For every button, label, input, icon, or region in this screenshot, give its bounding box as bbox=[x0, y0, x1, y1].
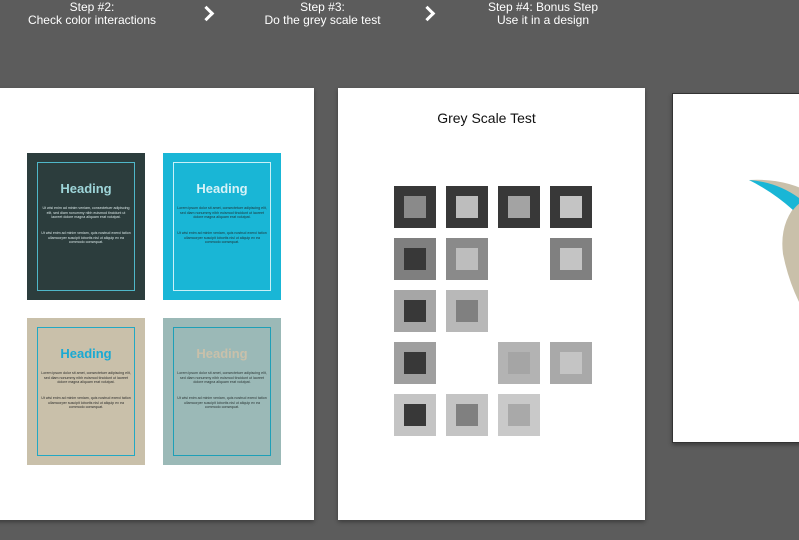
design-preview-page bbox=[672, 93, 799, 443]
grey-swatch bbox=[394, 394, 436, 436]
card-body-text: Ut wisi enim ad minim veniam, quis nostr… bbox=[41, 396, 131, 410]
step-3-subtitle: Do the grey scale test bbox=[264, 13, 381, 27]
grey-swatch bbox=[394, 290, 436, 332]
chevron-right-icon[interactable] bbox=[419, 5, 436, 22]
step-4[interactable]: Step #4: Bonus Step Use it in a design bbox=[478, 1, 608, 27]
color-card: Heading Lorem ipsum dolor sit amet, cons… bbox=[163, 153, 281, 300]
step-4-subtitle: Use it in a design bbox=[496, 13, 590, 27]
grey-swatch-inner bbox=[456, 248, 478, 270]
color-card: Heading Ut wisi enim ad minim veniam, co… bbox=[27, 153, 145, 300]
grey-swatch-inner bbox=[456, 300, 478, 322]
grey-swatch-inner bbox=[508, 404, 530, 426]
grey-swatch-inner bbox=[456, 404, 478, 426]
color-card: Heading Lorem ipsum dolor sit amet, cons… bbox=[27, 318, 145, 465]
grey-swatch-inner bbox=[508, 352, 530, 374]
grey-swatch-inner bbox=[508, 196, 530, 218]
grey-swatch-inner bbox=[560, 196, 582, 218]
grey-swatch bbox=[446, 238, 488, 280]
card-body-text: Lorem ipsum dolor sit amet, consectetuer… bbox=[41, 371, 131, 385]
card-body-text: Ut wisi enim ad minim veniam, quis nostr… bbox=[177, 231, 267, 245]
grey-swatch-inner bbox=[404, 300, 426, 322]
card-heading: Heading bbox=[196, 346, 248, 361]
grey-swatch bbox=[394, 238, 436, 280]
grey-swatch bbox=[550, 342, 592, 384]
grey-swatch bbox=[394, 342, 436, 384]
grey-swatch bbox=[446, 290, 488, 332]
card-heading: Heading bbox=[196, 181, 248, 196]
color-card: Heading Lorem ipsum dolor sit amet, cons… bbox=[163, 318, 281, 465]
card-heading: Heading bbox=[60, 181, 112, 196]
card-body-text: Lorem ipsum dolor sit amet, consectetuer… bbox=[177, 371, 267, 385]
grey-swatch bbox=[550, 238, 592, 280]
grey-swatch bbox=[446, 186, 488, 228]
design-artwork bbox=[749, 179, 799, 302]
grey-swatch-inner bbox=[404, 196, 426, 218]
grey-swatch-inner bbox=[456, 196, 478, 218]
card-body-text: Ut wisi enim ad minim veniam, quis nostr… bbox=[41, 231, 131, 245]
grey-scale-title: Grey Scale Test bbox=[437, 110, 536, 126]
card-body-text: Lorem ipsum dolor sit amet, consectetuer… bbox=[177, 206, 267, 220]
grey-swatch-inner bbox=[560, 352, 582, 374]
grey-swatch-inner bbox=[404, 248, 426, 270]
card-body-text: Ut wisi enim ad minim veniam, consectetu… bbox=[42, 206, 130, 220]
grey-swatch bbox=[394, 186, 436, 228]
grey-swatch-inner bbox=[404, 352, 426, 374]
grey-swatch-inner bbox=[560, 248, 582, 270]
grey-swatch bbox=[498, 342, 540, 384]
card-body-text: Ut wisi enim ad minim veniam, quis nostr… bbox=[177, 396, 267, 410]
grey-swatch bbox=[498, 186, 540, 228]
grey-swatch bbox=[446, 394, 488, 436]
chevron-right-icon[interactable] bbox=[198, 5, 215, 22]
step-2[interactable]: Step #2: Check color interactions bbox=[22, 1, 162, 27]
grey-swatch bbox=[498, 394, 540, 436]
grey-scale-page bbox=[338, 88, 645, 520]
step-2-subtitle: Check color interactions bbox=[27, 13, 157, 27]
grey-swatch bbox=[550, 186, 592, 228]
grey-swatch-inner bbox=[404, 404, 426, 426]
card-heading: Heading bbox=[60, 346, 112, 361]
step-3[interactable]: Step #3: Do the grey scale test bbox=[255, 1, 390, 27]
